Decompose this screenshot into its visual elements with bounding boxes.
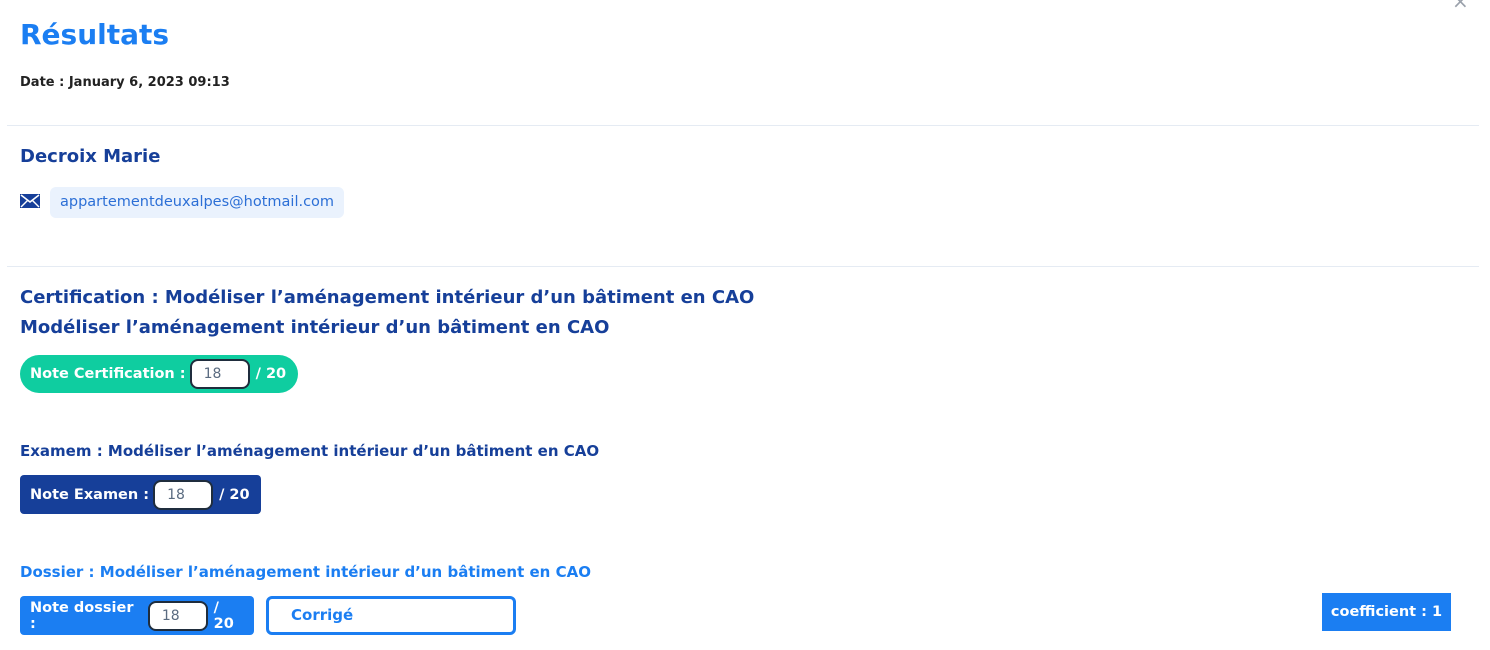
email-chip[interactable]: appartementdeuxalpes@hotmail.com xyxy=(50,187,345,218)
page-title: Résultats xyxy=(20,18,170,51)
certification-title: Certification : Modéliser l’aménagement … xyxy=(20,287,755,308)
certification-subtitle: Modéliser l’aménagement intérieur d’un b… xyxy=(20,317,610,338)
divider xyxy=(7,125,1479,126)
certification-grade-pill: Note Certification : 18 / 20 xyxy=(20,355,298,393)
candidate-name: Decroix Marie xyxy=(20,146,161,167)
dossier-status-field[interactable]: Corrigé xyxy=(266,596,516,635)
exam-grade-pill: Note Examen : 18 / 20 xyxy=(20,475,261,514)
exam-grade-label: Note Examen : xyxy=(30,486,150,503)
close-icon[interactable]: × xyxy=(1452,0,1470,11)
dossier-title: Dossier : Modéliser l’aménagement intéri… xyxy=(20,563,591,581)
divider xyxy=(7,266,1479,267)
dossier-grade-max: / 20 xyxy=(213,599,234,632)
certification-grade-max: / 20 xyxy=(255,366,287,382)
envelope-icon xyxy=(20,194,40,208)
result-date: Date : January 6, 2023 09:13 xyxy=(20,75,230,90)
exam-grade-max: / 20 xyxy=(219,486,250,503)
dossier-grade-input[interactable]: 18 xyxy=(147,600,208,631)
exam-grade-input[interactable]: 18 xyxy=(153,479,214,510)
dossier-grade-label: Note dossier : xyxy=(30,599,134,632)
certification-grade-input[interactable]: 18 xyxy=(189,359,250,389)
dossier-grade-pill: Note dossier : 18 / 20 xyxy=(20,596,254,635)
certification-grade-label: Note Certification : xyxy=(30,366,186,382)
exam-title: Examem : Modéliser l’aménagement intérie… xyxy=(20,442,600,460)
coefficient-badge: coefficient : 1 xyxy=(1322,593,1451,631)
results-dialog: × Résultats Date : January 6, 2023 09:13… xyxy=(0,0,1490,650)
